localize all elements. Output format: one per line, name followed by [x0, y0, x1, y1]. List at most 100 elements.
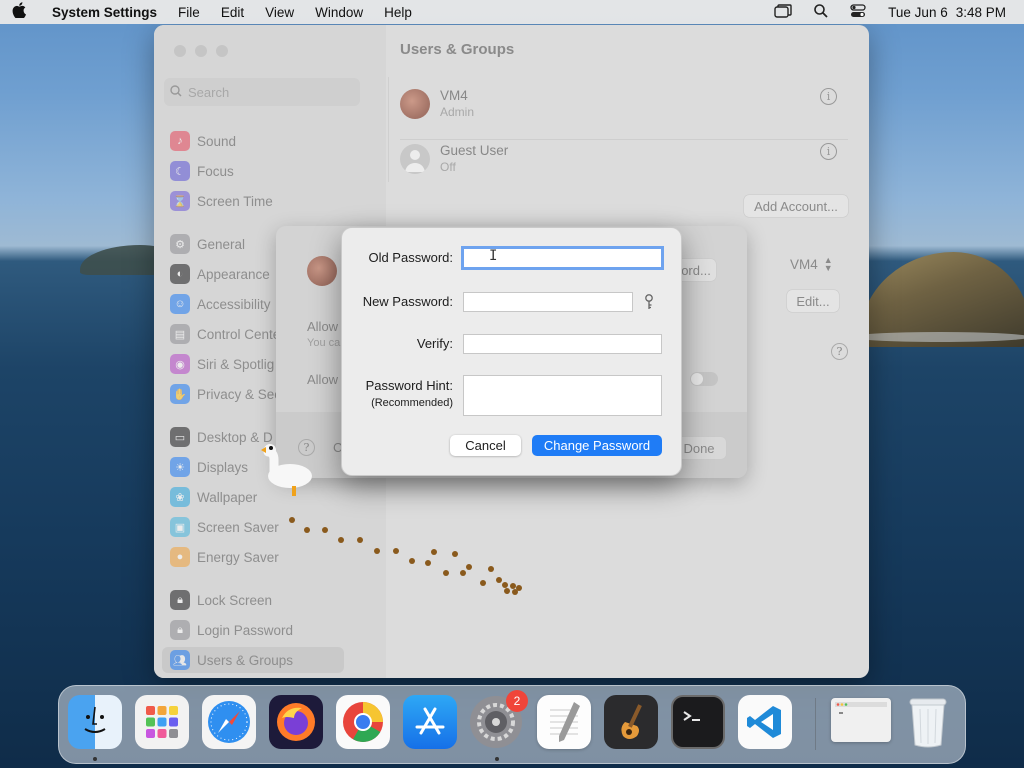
old-password-label: Old Password:	[368, 250, 453, 265]
control-center-icon[interactable]	[850, 3, 866, 21]
cancel-button[interactable]: Cancel	[450, 435, 521, 456]
autologin-select[interactable]: VM4 ▲ ▼	[790, 256, 833, 273]
sidebar-item-label: Wallpaper	[197, 489, 258, 505]
sidebar-item-label: Screen Saver	[197, 519, 279, 535]
window-controls	[174, 45, 228, 57]
menu-bar: System Settings File Edit View Window He…	[0, 0, 1024, 24]
minimize-window-button[interactable]	[195, 45, 207, 57]
sidebar-search-input[interactable]: Search	[164, 78, 360, 106]
finder-icon[interactable]	[68, 695, 122, 749]
spotlight-search-icon[interactable]	[814, 3, 828, 21]
launchpad-icon[interactable]	[135, 695, 189, 749]
sheet-allow-label-2: Allow	[307, 372, 339, 387]
desktop-icon: ▭	[170, 427, 190, 447]
sidebar-item-appearance[interactable]: ◐ Appearance	[170, 261, 270, 287]
sheet-allow-sub: You ca	[307, 337, 341, 349]
menu-date: Tue Jun 6	[888, 4, 948, 20]
firefox-icon[interactable]	[269, 695, 323, 749]
hand-icon: ✋	[170, 384, 190, 404]
menu-view[interactable]: View	[265, 5, 294, 20]
textedit-icon[interactable]	[537, 695, 591, 749]
apple-menu-icon[interactable]	[12, 2, 30, 22]
close-window-button[interactable]	[174, 45, 186, 57]
edit-button[interactable]: Edit...	[787, 290, 839, 312]
dock: 2	[58, 685, 966, 764]
sidebar-item-label: Accessibility	[197, 296, 271, 312]
siri-icon: ◉	[170, 354, 190, 374]
app-store-icon[interactable]	[403, 695, 457, 749]
gear-icon: ⚙	[170, 234, 190, 254]
sidebar-item-privacy[interactable]: ✋ Privacy & Sec	[170, 381, 281, 407]
sidebar-divider	[388, 77, 389, 182]
user-name: VM4	[440, 88, 468, 103]
user-row-vm4[interactable]: VM4 Admin	[400, 88, 474, 119]
guest-avatar-icon	[400, 143, 430, 174]
safari-icon[interactable]	[202, 695, 256, 749]
sidebar-item-siri[interactable]: ◉ Siri & Spotlig	[170, 351, 274, 377]
sidebar-item-label: Sound	[197, 133, 237, 149]
page-title: Users & Groups	[400, 41, 515, 58]
new-password-field[interactable]	[463, 292, 633, 312]
verify-field[interactable]	[463, 334, 662, 354]
sidebar-item-energy-saver[interactable]: ● Energy Saver	[170, 544, 279, 570]
trash-icon[interactable]	[901, 695, 955, 749]
minimized-window-thumbnail[interactable]	[831, 698, 891, 742]
sidebar-item-login-password[interactable]: 🔒︎ Login Password	[170, 617, 293, 643]
sheet-user-avatar	[307, 256, 337, 286]
settings-running-indicator	[495, 757, 499, 761]
password-hint-field[interactable]	[463, 375, 662, 416]
user-row-guest[interactable]: Guest User Off	[400, 143, 508, 174]
sidebar-item-sound[interactable]: ♪ Sound	[170, 128, 236, 154]
info-icon[interactable]: i	[820, 143, 837, 160]
help-button[interactable]: ?	[831, 343, 848, 360]
zoom-window-button[interactable]	[216, 45, 228, 57]
garageband-icon[interactable]	[604, 695, 658, 749]
sidebar-item-accessibility[interactable]: ☺ Accessibility	[170, 291, 271, 317]
sidebar-item-label: Privacy & Sec	[197, 386, 282, 402]
new-password-label: New Password:	[362, 294, 453, 309]
allow-toggle[interactable]	[690, 372, 718, 386]
sidebar-item-label: Login Password	[197, 622, 294, 638]
menu-time: 3:48 PM	[955, 4, 1006, 20]
menu-window[interactable]: Window	[315, 5, 363, 20]
sidebar-item-label: Control Cente	[197, 326, 281, 342]
user-name: Guest User	[440, 143, 509, 158]
chrome-icon[interactable]	[336, 695, 390, 749]
search-icon	[170, 84, 182, 100]
sidebar-item-screen-time[interactable]: ⌛ Screen Time	[170, 188, 273, 214]
control-center-icon: ▤	[170, 324, 190, 344]
sidebar-item-users-groups[interactable]: 👥︎ Users & Groups	[162, 647, 344, 673]
moon-icon: ☾	[170, 161, 190, 181]
password-assistant-key-icon[interactable]	[644, 294, 654, 313]
menu-clock[interactable]: Tue Jun 6 3:48 PM	[888, 5, 1006, 20]
sheet-allow-label: Allow	[307, 319, 339, 334]
window-switcher-icon[interactable]	[774, 3, 792, 21]
sidebar-item-screen-saver[interactable]: ▣ Screen Saver	[170, 514, 279, 540]
sidebar-item-control-center[interactable]: ▤ Control Cente	[170, 321, 280, 347]
sidebar-item-wallpaper[interactable]: ❀ Wallpaper	[170, 484, 257, 510]
sidebar-item-general[interactable]: ⚙ General	[170, 231, 245, 257]
vscode-icon[interactable]	[738, 695, 792, 749]
change-password-button[interactable]: ord...	[676, 259, 716, 281]
sidebar-item-label: Displays	[197, 459, 249, 475]
add-account-button[interactable]: Add Account...	[744, 195, 848, 217]
menu-edit[interactable]: Edit	[221, 5, 244, 20]
system-settings-icon[interactable]: 2	[470, 690, 528, 748]
terminal-icon[interactable]	[671, 695, 725, 749]
menu-help[interactable]: Help	[384, 5, 412, 20]
password-hint-sublabel: (Recommended)	[371, 397, 453, 409]
sidebar-item-label: Appearance	[197, 266, 270, 282]
menu-app-name[interactable]: System Settings	[52, 5, 157, 20]
notification-badge: 2	[506, 690, 528, 712]
appearance-icon: ◐	[170, 264, 190, 284]
users-icon: 👥︎	[170, 650, 190, 670]
info-icon[interactable]: i	[820, 88, 837, 105]
sidebar-item-displays[interactable]: ☀ Displays	[170, 454, 248, 480]
sidebar-item-lock-screen[interactable]: 🔒︎ Lock Screen	[170, 587, 272, 613]
menu-file[interactable]: File	[178, 5, 200, 20]
autologin-value: VM4	[790, 256, 818, 272]
sidebar-item-label: Users & Groups	[197, 652, 294, 668]
sidebar-item-focus[interactable]: ☾ Focus	[170, 158, 234, 184]
sidebar-item-label: Energy Saver	[197, 549, 279, 565]
change-password-confirm-button[interactable]: Change Password	[532, 435, 662, 456]
